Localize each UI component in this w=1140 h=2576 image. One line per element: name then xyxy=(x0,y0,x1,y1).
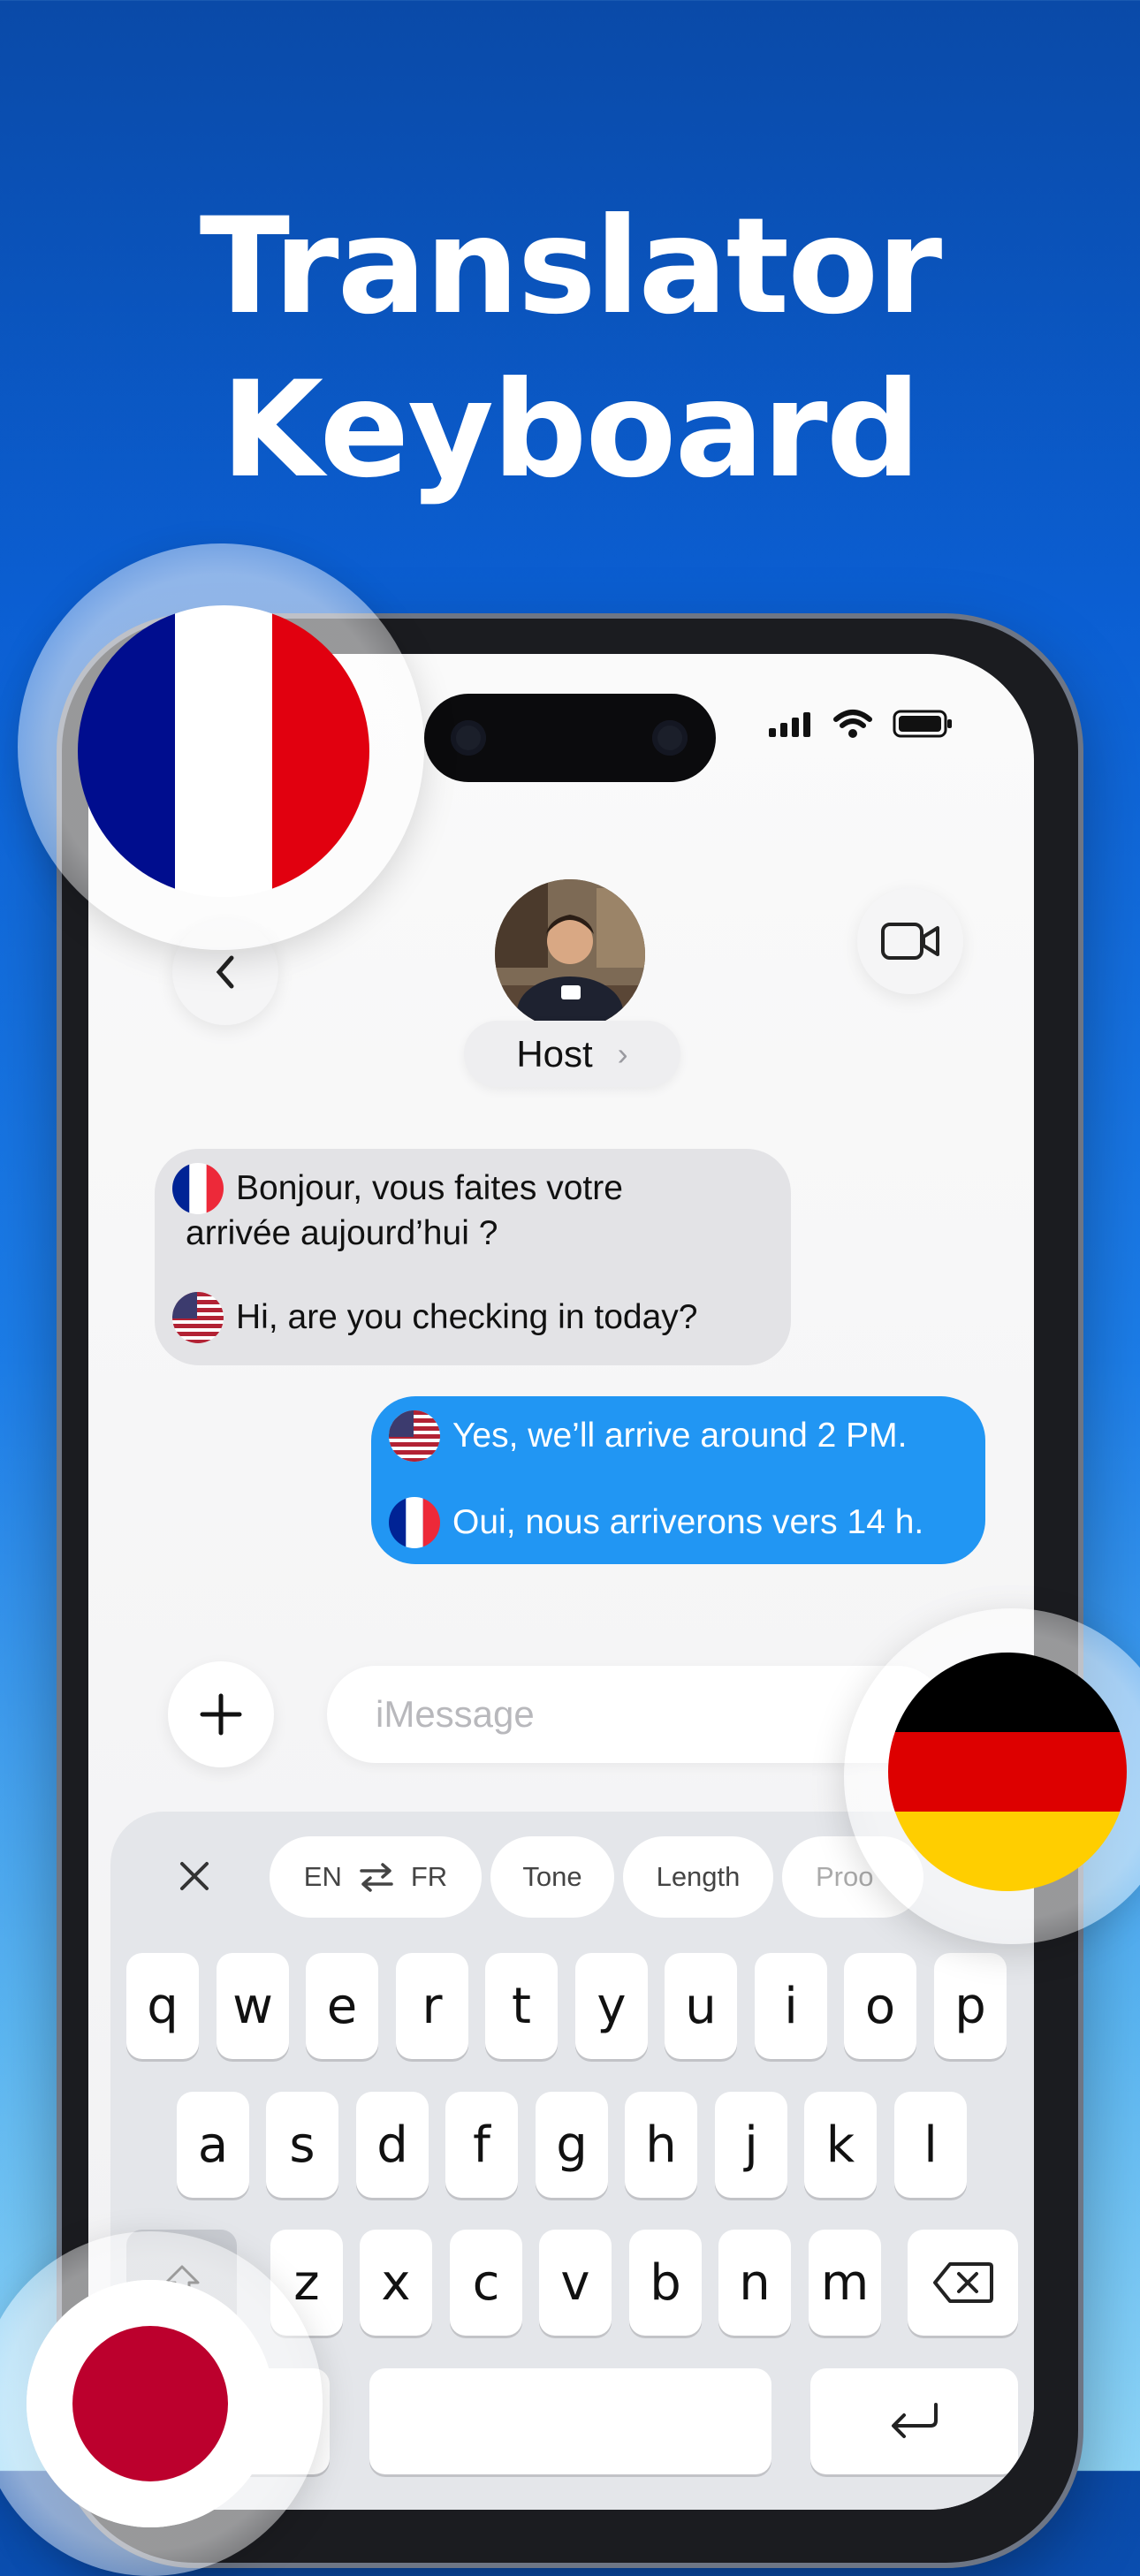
plus-icon xyxy=(200,1693,242,1736)
message-input-placeholder: iMessage xyxy=(376,1693,535,1735)
france-flag-badge-icon xyxy=(78,605,369,897)
key-m[interactable]: m xyxy=(809,2230,881,2336)
key-r[interactable]: r xyxy=(396,1953,468,2059)
key-w[interactable]: w xyxy=(217,1953,289,2059)
key-t[interactable]: t xyxy=(485,1953,558,2059)
avatar-photo xyxy=(495,879,645,1030)
sensor-icon xyxy=(652,720,688,756)
return-key[interactable] xyxy=(810,2368,1018,2474)
headline-line-2: Keyboard xyxy=(220,353,921,507)
key-c[interactable]: c xyxy=(450,2230,522,2336)
key-n[interactable]: n xyxy=(718,2230,791,2336)
length-chip-label: Length xyxy=(656,1861,741,1892)
key-u[interactable]: u xyxy=(665,1953,737,2059)
signal-icon xyxy=(769,712,810,737)
usa-flag-icon xyxy=(172,1292,224,1343)
key-g[interactable]: g xyxy=(536,2092,608,2198)
tone-chip-label: Tone xyxy=(522,1861,582,1892)
chevron-right-icon: › xyxy=(617,1035,628,1072)
headline: Translator Keyboard xyxy=(0,186,1140,513)
germany-flag-badge-icon xyxy=(888,1653,1127,1891)
outgoing-original-text: Yes, we’ll arrive around 2 PM. xyxy=(452,1417,908,1455)
incoming-translation-text: Hi, are you checking in today? xyxy=(236,1298,698,1336)
camera-lens-icon xyxy=(451,720,486,756)
usa-flag-icon xyxy=(389,1410,440,1462)
incoming-message-bubble[interactable]: Bonjour, vous faites votre arrivée aujou… xyxy=(155,1149,791,1365)
key-d[interactable]: d xyxy=(356,2092,429,2198)
key-i[interactable]: i xyxy=(755,1953,827,2059)
key-k[interactable]: k xyxy=(804,2092,877,2198)
contact-name-pill[interactable]: Host › xyxy=(464,1021,680,1087)
length-chip[interactable]: Length xyxy=(623,1836,773,1918)
wifi-icon xyxy=(833,710,872,738)
key-y[interactable]: y xyxy=(575,1953,648,2059)
video-camera-icon xyxy=(881,923,939,960)
headline-line-1: Translator xyxy=(199,190,942,344)
key-h[interactable]: h xyxy=(625,2092,697,2198)
key-x[interactable]: x xyxy=(360,2230,432,2336)
add-attachment-button[interactable] xyxy=(168,1661,274,1767)
outgoing-message-bubble[interactable]: Yes, we’ll arrive around 2 PM. Oui, nous… xyxy=(371,1396,985,1564)
target-language: FR xyxy=(410,1861,448,1892)
proofread-chip-label: Proo xyxy=(816,1861,874,1892)
swap-arrows-icon[interactable] xyxy=(358,1862,395,1892)
key-a[interactable]: a xyxy=(177,2092,249,2198)
contact-name: Host xyxy=(516,1032,593,1075)
outgoing-translation-text: Oui, nous arriverons vers 14 h. xyxy=(452,1503,924,1541)
key-p[interactable]: p xyxy=(934,1953,1007,2059)
key-f[interactable]: f xyxy=(445,2092,518,2198)
incoming-original-text-cont: arrivée aujourd’hui ? xyxy=(186,1214,498,1252)
key-j[interactable]: j xyxy=(715,2092,787,2198)
key-s[interactable]: s xyxy=(266,2092,338,2198)
key-e[interactable]: e xyxy=(306,1953,378,2059)
status-bar xyxy=(769,709,953,739)
close-keyboard-tools-button[interactable] xyxy=(146,1836,243,1916)
japan-flag-badge-icon xyxy=(27,2280,274,2527)
key-b[interactable]: b xyxy=(629,2230,702,2336)
language-pair-chip[interactable]: EN FR xyxy=(270,1836,482,1918)
tone-chip[interactable]: Tone xyxy=(490,1836,614,1918)
backspace-icon xyxy=(932,2262,993,2303)
backspace-key[interactable] xyxy=(908,2230,1018,2336)
contact-avatar[interactable] xyxy=(495,879,645,1030)
key-o[interactable]: o xyxy=(844,1953,916,2059)
source-language: EN xyxy=(303,1861,342,1892)
key-l[interactable]: l xyxy=(894,2092,967,2198)
france-flag-icon xyxy=(172,1163,224,1214)
battery-icon xyxy=(893,710,952,738)
space-key[interactable] xyxy=(369,2368,771,2474)
dynamic-island xyxy=(424,694,716,782)
incoming-original-text: Bonjour, vous faites votre xyxy=(236,1169,623,1207)
back-chevron-icon xyxy=(216,955,234,989)
france-flag-icon xyxy=(389,1497,440,1548)
key-v[interactable]: v xyxy=(539,2230,612,2336)
return-icon xyxy=(891,2403,938,2438)
close-icon xyxy=(180,1862,209,1890)
key-q[interactable]: q xyxy=(126,1953,199,2059)
video-call-button[interactable] xyxy=(857,888,963,994)
